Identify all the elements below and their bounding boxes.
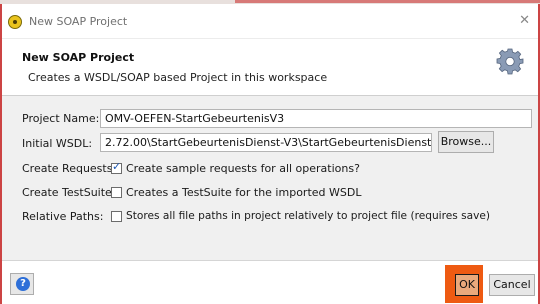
gear-icon: [496, 48, 524, 75]
create-requests-text: Create sample requests for all operation…: [126, 162, 360, 175]
dialog-footer: ? OK Cancel: [2, 261, 538, 304]
dialog-title: New SOAP Project: [29, 15, 128, 28]
help-button[interactable]: ?: [10, 273, 34, 295]
close-icon[interactable]: ✕: [519, 13, 530, 28]
help-icon: ?: [16, 277, 30, 291]
ok-button[interactable]: OK: [455, 274, 479, 296]
create-testsuite-label: Create TestSuite:: [22, 186, 116, 199]
dialog-header: New SOAP Project Creates a WSDL/SOAP bas…: [2, 38, 538, 95]
soapui-logo-icon: [8, 15, 22, 29]
project-name-input[interactable]: OMV-OEFEN-StartGebeurtenisV3: [100, 109, 532, 128]
create-testsuite-checkbox[interactable]: [111, 187, 122, 198]
project-name-label: Project Name:: [22, 112, 100, 125]
header-title: New SOAP Project: [22, 51, 135, 64]
initial-wsdl-label: Initial WSDL:: [22, 137, 93, 150]
create-requests-label: Create Requests:: [22, 162, 117, 175]
relative-paths-text: Stores all file paths in project relativ…: [126, 210, 491, 222]
header-subtitle: Creates a WSDL/SOAP based Project in thi…: [28, 71, 328, 84]
background-highlight: [235, 0, 540, 3]
create-requests-checkbox[interactable]: [111, 160, 122, 174]
cancel-button[interactable]: Cancel: [489, 274, 535, 296]
browse-button[interactable]: Browse...: [438, 131, 494, 153]
create-testsuite-text: Creates a TestSuite for the imported WSD…: [126, 186, 362, 199]
relative-paths-label: Relative Paths:: [22, 210, 104, 223]
initial-wsdl-input[interactable]: 2.72.00\StartGebeurtenisDienst-V3\StartG…: [100, 133, 432, 152]
dialog-titlebar: New SOAP Project ✕: [2, 4, 538, 38]
relative-paths-checkbox[interactable]: [111, 211, 122, 222]
dialog-form: Project Name: OMV-OEFEN-StartGebeurtenis…: [2, 96, 538, 260]
